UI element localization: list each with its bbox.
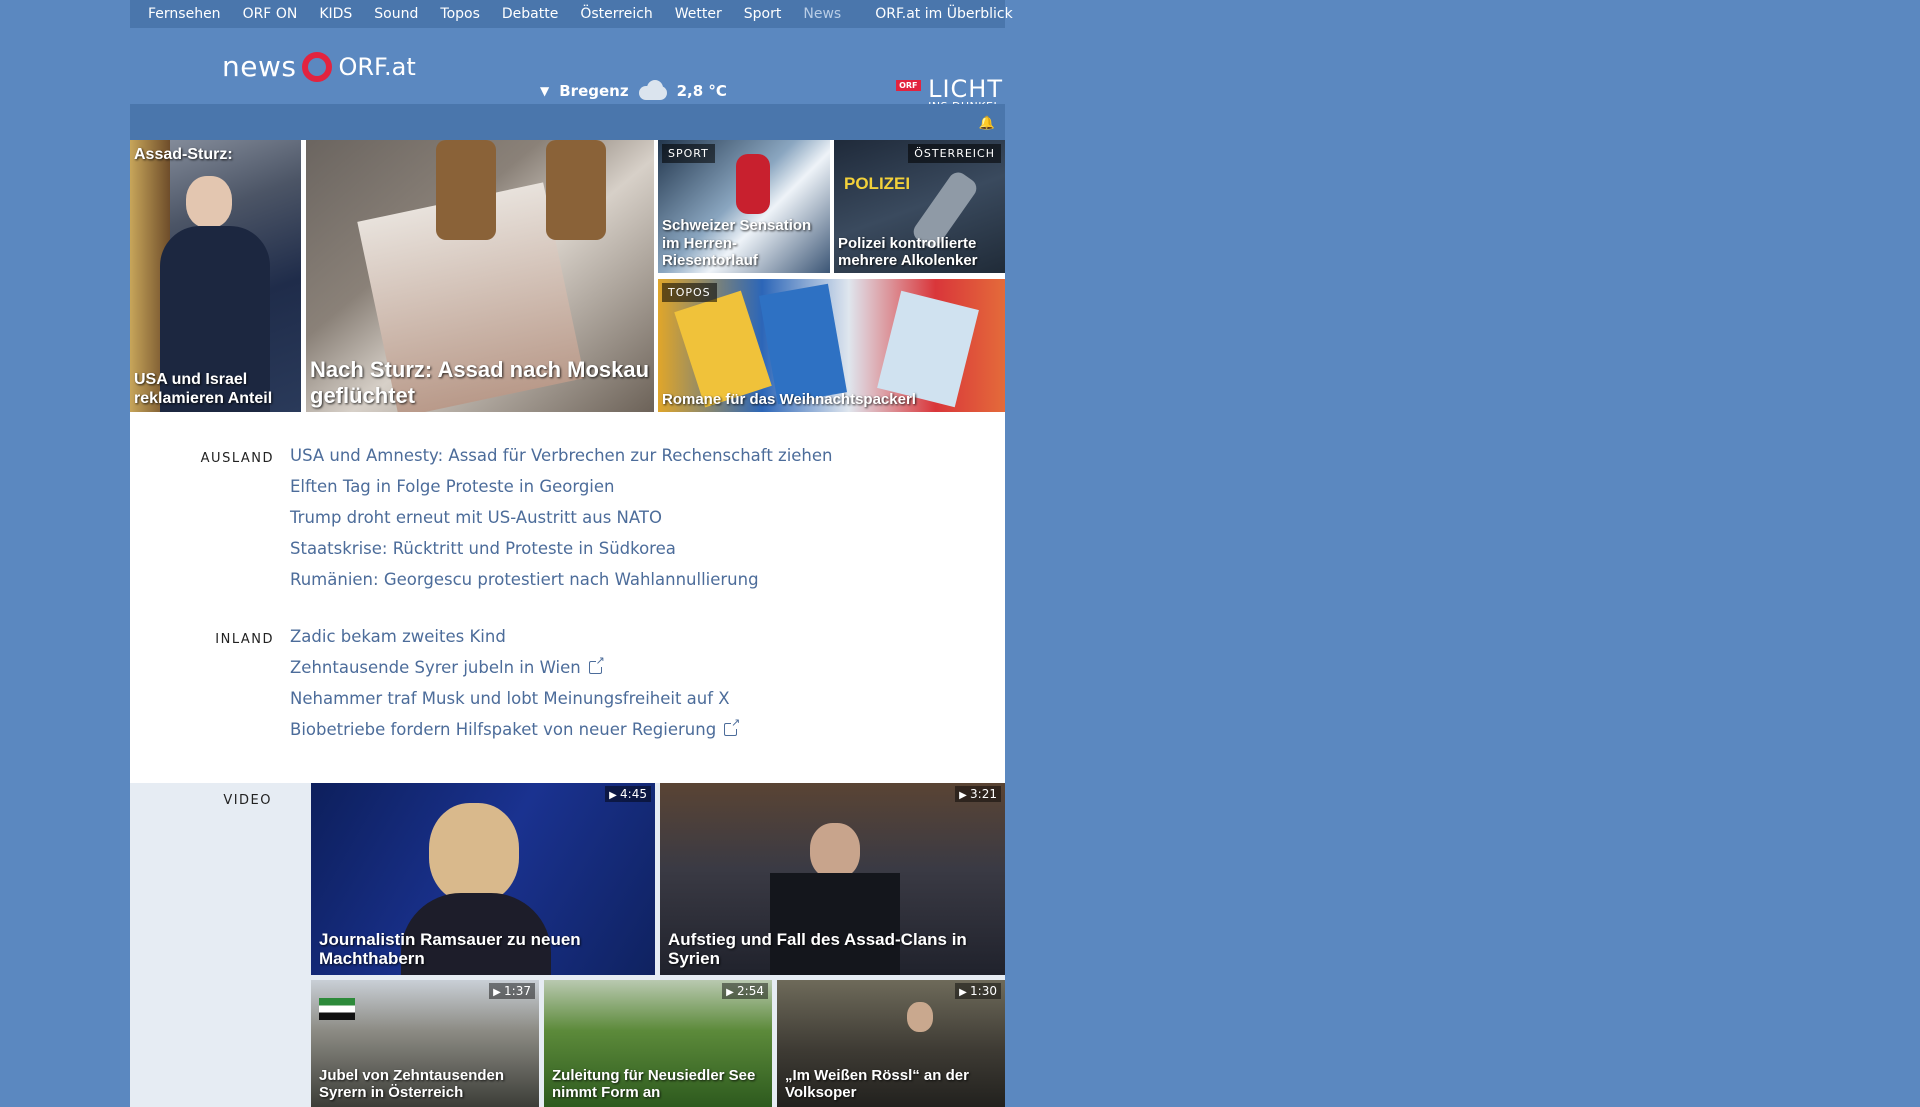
headline-link[interactable]: Zadic bekam zweites Kind [290,627,506,646]
video-tile-jubel[interactable]: 1:37 Jubel von Zehntausenden Syrern in Ö… [311,980,539,1107]
external-link-icon [724,717,741,736]
nav-topos[interactable]: Topos [440,6,479,22]
book-2-decor [758,283,848,405]
weather-temperature: 2,8 °C [676,82,727,100]
weather-widget[interactable]: ▼ Bregenz 2,8 °C [540,80,727,102]
video-duration: 4:45 [605,786,651,802]
headline-link[interactable]: Trump droht erneut mit US-Austritt aus N… [290,508,662,527]
nav-overview[interactable]: ORF.at im Überblick [875,6,1012,22]
hero-kicker: Assad-Sturz: [134,146,233,163]
list-item: Nehammer traf Musk und lobt Meinungsfrei… [290,689,737,720]
hero-grid: Assad-Sturz: USA und Israel reklamieren … [130,140,1005,412]
boot-left-decor [436,140,496,240]
nav-oesterreich[interactable]: Österreich [580,6,652,22]
actor-head-decor [907,1002,933,1032]
headline-link[interactable]: Biobetriebe fordern Hilfspaket von neuer… [290,720,716,739]
hero-tile-sport[interactable]: SPORT Schweizer Sensation im Herren-Ries… [658,140,830,273]
list-item: USA und Amnesty: Assad für Verbrechen zu… [290,446,833,477]
video-title: Aufstieg und Fall des Assad-Clans in Syr… [668,929,967,969]
nav-sound[interactable]: Sound [374,6,418,22]
video-section: VIDEO 4:45 Journalistin Ramsauer zu neue… [130,783,1005,1107]
page: Fernsehen ORF ON KIDS Sound Topos Debatt… [130,0,1013,1107]
video-tile-weisses-roessl[interactable]: 1:30 „Im Weißen Rössl“ an der Volksoper [777,980,1005,1107]
video-duration: 1:30 [955,983,1001,999]
external-link-icon [588,655,605,674]
hero-tile-oesterreich[interactable]: POLIZEI ÖSTERREICH Polizei kontrollierte… [834,140,1005,273]
headline-link[interactable]: USA und Amnesty: Assad für Verbrechen zu… [290,446,833,465]
dropdown-triangle-icon: ▼ [540,84,550,98]
nav-news[interactable]: News [803,6,841,22]
section-inland: INLAND Zadic bekam zweites Kind Zehntaus… [130,627,1005,751]
news-orf-logo[interactable]: news ORF.at [222,50,416,83]
hero-caption-1: USA und Israel reklamieren Anteil [134,371,273,407]
orf-ring-icon [302,51,333,82]
skier-decor [736,154,770,214]
person-hair-decor [429,803,519,903]
video-tile-assad-clan[interactable]: 3:21 Aufstieg und Fall des Assad-Clans i… [660,783,1005,975]
list-item: Zadic bekam zweites Kind [290,627,737,658]
category-oesterreich: ÖSTERREICH [908,144,1001,163]
list-item: Biobetriebe fordern Hilfspaket von neuer… [290,717,741,751]
top-navigation: Fernsehen ORF ON KIDS Sound Topos Debatt… [130,0,1013,28]
nav-debatte[interactable]: Debatte [502,6,558,22]
site-header: news ORF.at ▼ Bregenz 2,8 °C ORF LICHT I… [130,28,1005,113]
logo-news-text: news [222,50,297,83]
nav-wetter[interactable]: Wetter [675,6,722,22]
person-head-decor [186,176,232,228]
video-title: Journalistin Ramsauer zu neuen Machthabe… [319,929,581,969]
hero-tile-assad-moskau[interactable]: Nach Sturz: Assad nach Moskau geflüchtet [306,140,654,412]
video-title: „Im Weißen Rössl“ an der Volksoper [785,1066,969,1101]
video-title: Jubel von Zehntausenden Syrern in Österr… [319,1066,505,1101]
section-label-ausland: AUSLAND [200,451,274,466]
hero-caption-2: Nach Sturz: Assad nach Moskau geflüchtet [310,357,650,408]
video-duration: 2:54 [722,983,768,999]
licht-text: LICHT [928,75,1003,103]
news-lists: AUSLAND USA und Amnesty: Assad für Verbr… [130,412,1005,783]
list-item: Elften Tag in Folge Proteste in Georgien [290,477,833,508]
bell-icon[interactable]: 🔔 [979,116,995,131]
section-label-inland: INLAND [215,632,274,647]
list-item: Trump droht erneut mit US-Austritt aus N… [290,508,833,539]
video-duration: 1:37 [489,983,535,999]
nav-orf-on[interactable]: ORF ON [243,6,298,22]
headline-link[interactable]: Rumänien: Georgescu protestiert nach Wah… [290,570,759,589]
book-3-decor [877,290,979,408]
category-topos: TOPOS [662,283,717,302]
video-title: Zuleitung für Neusiedler See nimmt Form … [552,1066,756,1101]
nav-kids[interactable]: KIDS [319,6,352,22]
headline-link[interactable]: Elften Tag in Folge Proteste in Georgien [290,477,615,496]
video-tile-ramsauer[interactable]: 4:45 Journalistin Ramsauer zu neuen Mach… [311,783,655,975]
orf-badge: ORF [896,80,921,91]
video-duration: 3:21 [955,786,1001,802]
nav-sport[interactable]: Sport [744,6,782,22]
headline-link[interactable]: Zehntausende Syrer jubeln in Wien [290,658,581,677]
polizei-sign: POLIZEI [844,174,911,193]
logo-orf-text: ORF.at [338,52,416,81]
category-sport: SPORT [662,144,715,163]
inland-list: Zadic bekam zweites Kind Zehntausende Sy… [290,627,741,751]
sub-bar: 🔔 [130,104,1005,140]
list-item: Staatskrise: Rücktritt und Proteste in S… [290,539,833,570]
video-tile-neusiedler-see[interactable]: 2:54 Zuleitung für Neusiedler See nimmt … [544,980,772,1107]
flag-decor [319,998,355,1020]
hero-tile-usa-israel[interactable]: Assad-Sturz: USA und Israel reklamieren … [130,140,301,412]
hero-caption-4: Polizei kontrollierte mehrere Alkolenker [838,234,978,269]
speaker-head-decor [810,823,860,879]
headline-link[interactable]: Staatskrise: Rücktritt und Proteste in S… [290,539,676,558]
list-item: Zehntausende Syrer jubeln in Wien [290,655,737,689]
nav-fernsehen[interactable]: Fernsehen [148,6,221,22]
list-item: Rumänien: Georgescu protestiert nach Wah… [290,570,833,601]
boot-right-decor [546,140,606,240]
cloud-rain-icon [635,80,671,102]
ausland-list: USA und Amnesty: Assad für Verbrechen zu… [290,446,833,601]
hero-caption-3: Schweizer Sensation im Herren-Riesentorl… [662,217,812,269]
weather-city: Bregenz [559,82,629,100]
section-ausland: AUSLAND USA und Amnesty: Assad für Verbr… [130,446,1005,601]
section-label-video: VIDEO [223,793,272,808]
hero-caption-5: Romane für das Weihnachtspackerl [662,390,916,408]
headline-link[interactable]: Nehammer traf Musk und lobt Meinungsfrei… [290,689,730,708]
hero-tile-topos[interactable]: TOPOS Romane für das Weihnachtspackerl [658,279,1005,412]
